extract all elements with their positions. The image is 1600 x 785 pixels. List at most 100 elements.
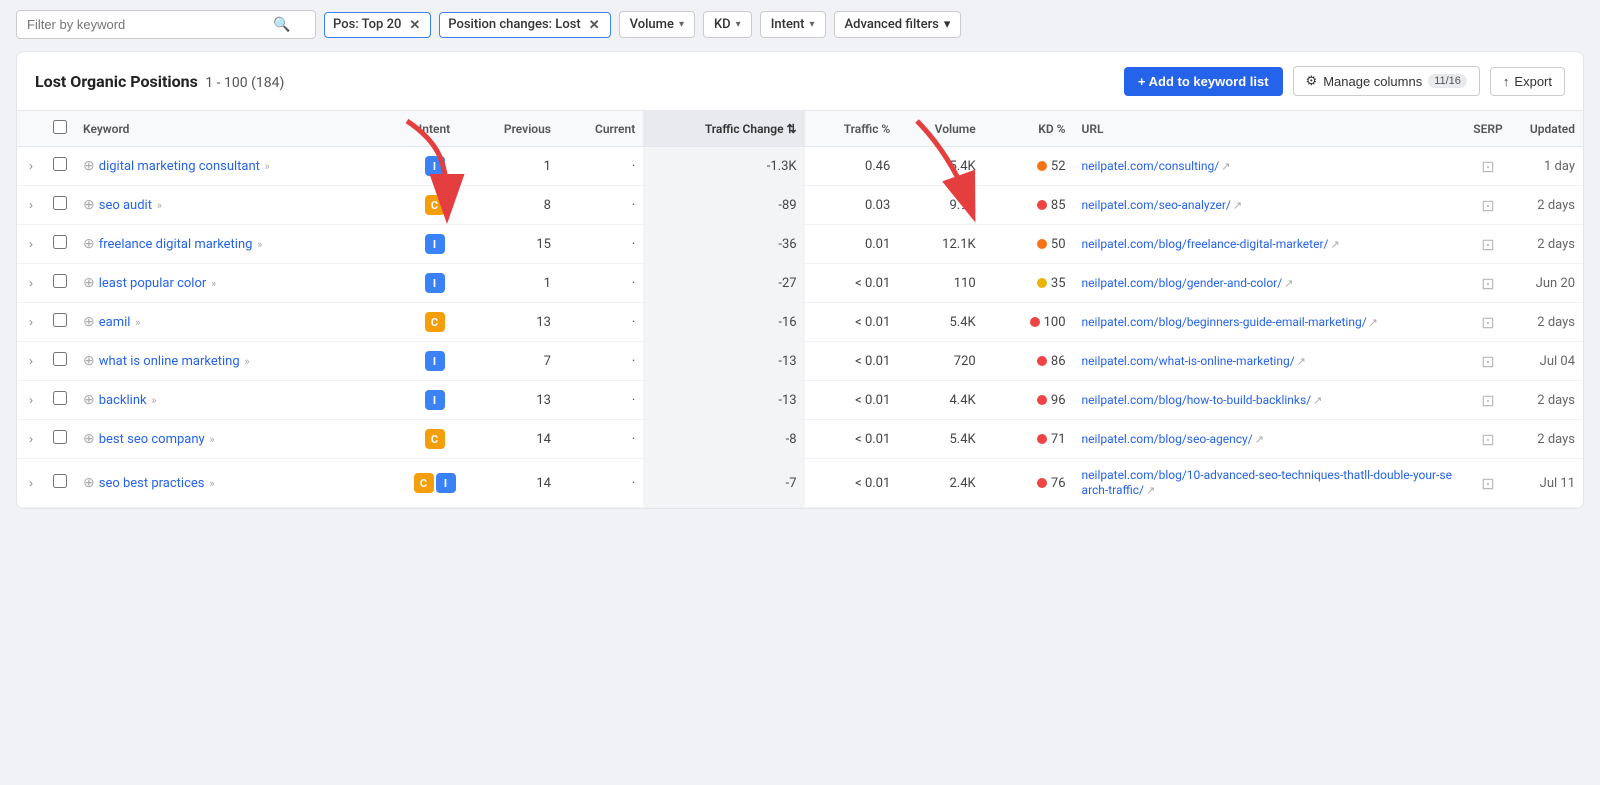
url-link[interactable]: neilpatel.com/blog/seo-agency/ (1082, 432, 1253, 446)
serp-cell[interactable]: ⊡ (1463, 147, 1513, 186)
position-changes-chip-close[interactable]: ✕ (587, 17, 602, 33)
row-checkbox[interactable] (53, 274, 67, 288)
serp-cell[interactable]: ⊡ (1463, 459, 1513, 508)
url-link[interactable]: neilpatel.com/seo-analyzer/ (1082, 198, 1231, 212)
row-checkbox[interactable] (53, 474, 67, 488)
intent-cell: I (405, 264, 465, 303)
expand-row-button[interactable]: › (25, 474, 37, 492)
external-link-icon: ↗ (1255, 433, 1264, 446)
intent-dropdown[interactable]: Intent ▾ (760, 11, 826, 38)
kd-cell: 35 (984, 264, 1074, 303)
expand-row-button[interactable]: › (25, 274, 37, 292)
keyword-link[interactable]: least popular color (99, 276, 207, 291)
row-checkbox[interactable] (53, 235, 67, 249)
traffic-pct-cell: < 0.01 (805, 303, 899, 342)
current-cell: · (559, 381, 643, 420)
external-link-icon: ↗ (1313, 394, 1322, 407)
serp-cell[interactable]: ⊡ (1463, 186, 1513, 225)
col-keyword[interactable]: Keyword (75, 111, 405, 147)
traffic-pct-cell: < 0.01 (805, 459, 899, 508)
volume-dropdown[interactable]: Volume ▾ (619, 11, 695, 38)
serp-cell[interactable]: ⊡ (1463, 225, 1513, 264)
expand-row-button[interactable]: › (25, 196, 37, 214)
plus-circle-icon: ⊕ (83, 197, 95, 213)
col-serp: SERP (1463, 111, 1513, 147)
table-row: ›⊕seo best practices »CI14·-7< 0.012.4K7… (17, 459, 1583, 508)
table-row: ›⊕best seo company »C14·-8< 0.015.4K71ne… (17, 420, 1583, 459)
card-title-area: Lost Organic Positions 1 - 100 (184) (35, 72, 284, 91)
keyword-cell: ⊕best seo company » (75, 420, 405, 459)
row-checkbox[interactable] (53, 196, 67, 210)
updated-cell: 2 days (1513, 420, 1583, 459)
keyword-link[interactable]: digital marketing consultant (99, 159, 260, 174)
serp-cell[interactable]: ⊡ (1463, 303, 1513, 342)
search-input[interactable] (27, 17, 267, 32)
keyword-link[interactable]: what is online marketing (99, 354, 240, 369)
keyword-link[interactable]: freelance digital marketing (99, 237, 253, 252)
col-traffic-change[interactable]: Traffic Change ⇅ (643, 111, 804, 147)
col-traffic-pct[interactable]: Traffic % (805, 111, 899, 147)
serp-cell[interactable]: ⊡ (1463, 381, 1513, 420)
keyword-link[interactable]: seo best practices (99, 476, 205, 491)
kd-dropdown[interactable]: KD ▾ (703, 11, 752, 38)
export-button[interactable]: ↑ Export (1490, 67, 1565, 96)
pos-chip-close[interactable]: ✕ (407, 17, 422, 33)
serp-cell[interactable]: ⊡ (1463, 342, 1513, 381)
col-kd[interactable]: KD % (984, 111, 1074, 147)
keyword-search-box[interactable]: 🔍 (16, 10, 316, 39)
position-changes-filter-chip[interactable]: Position changes: Lost ✕ (439, 12, 610, 38)
previous-cell: 13 (465, 303, 559, 342)
col-intent[interactable]: Intent (405, 111, 465, 147)
intent-chevron-icon: ▾ (809, 19, 814, 30)
url-link[interactable]: neilpatel.com/blog/beginners-guide-email… (1082, 315, 1367, 329)
kd-cell: 86 (984, 342, 1074, 381)
table-row: ›⊕what is online marketing »I7·-13< 0.01… (17, 342, 1583, 381)
search-button[interactable]: 🔍 (273, 16, 290, 33)
traffic-change-cell: -89 (643, 186, 804, 225)
row-checkbox[interactable] (53, 391, 67, 405)
serp-cell[interactable]: ⊡ (1463, 420, 1513, 459)
pos-filter-chip[interactable]: Pos: Top 20 ✕ (324, 12, 431, 38)
table-row: ›⊕eamil »C13·-16< 0.015.4K100neilpatel.c… (17, 303, 1583, 342)
url-link[interactable]: neilpatel.com/what-is-online-marketing/ (1082, 354, 1295, 368)
expand-row-button[interactable]: › (25, 235, 37, 253)
serp-cell[interactable]: ⊡ (1463, 264, 1513, 303)
expand-row-button[interactable]: › (25, 430, 37, 448)
url-link[interactable]: neilpatel.com/consulting/ (1082, 159, 1220, 173)
col-volume[interactable]: Volume (898, 111, 983, 147)
keyword-link[interactable]: best seo company (99, 432, 205, 447)
serp-icon: ⊡ (1481, 235, 1494, 254)
intent-badge-i: I (425, 351, 445, 371)
advanced-filters-button[interactable]: Advanced filters ▾ (834, 11, 962, 38)
table-row: ›⊕freelance digital marketing »I15·-360.… (17, 225, 1583, 264)
manage-columns-button[interactable]: ⚙ Manage columns 11/16 (1293, 66, 1480, 96)
keyword-link[interactable]: eamil (99, 315, 131, 330)
url-link[interactable]: neilpatel.com/blog/how-to-build-backlink… (1082, 393, 1312, 407)
kd-dot (1030, 317, 1040, 327)
external-link-icon: ↗ (1297, 355, 1306, 368)
col-current[interactable]: Current (559, 111, 643, 147)
updated-cell: 1 day (1513, 147, 1583, 186)
url-link[interactable]: neilpatel.com/blog/10-advanced-seo-techn… (1082, 468, 1452, 497)
url-link[interactable]: neilpatel.com/blog/freelance-digital-mar… (1082, 237, 1329, 251)
previous-cell: 13 (465, 381, 559, 420)
col-previous[interactable]: Previous (465, 111, 559, 147)
kd-dot (1037, 356, 1047, 366)
table-header-row: Keyword Intent Previous Current Traffic … (17, 111, 1583, 147)
row-checkbox[interactable] (53, 352, 67, 366)
expand-row-button[interactable]: › (25, 313, 37, 331)
row-checkbox[interactable] (53, 313, 67, 327)
url-link[interactable]: neilpatel.com/blog/gender-and-color/ (1082, 276, 1283, 290)
keyword-link[interactable]: seo audit (99, 198, 152, 213)
intent-badge-i: I (425, 156, 445, 176)
keyword-link[interactable]: backlink (99, 393, 147, 408)
expand-row-button[interactable]: › (25, 352, 37, 370)
expand-row-button[interactable]: › (25, 157, 37, 175)
row-checkbox[interactable] (53, 430, 67, 444)
add-to-keyword-list-button[interactable]: + Add to keyword list (1124, 67, 1283, 96)
volume-cell: 720 (898, 342, 983, 381)
select-all-checkbox[interactable] (53, 120, 67, 134)
expand-row-button[interactable]: › (25, 391, 37, 409)
row-checkbox[interactable] (53, 157, 67, 171)
plus-circle-icon: ⊕ (83, 475, 95, 491)
